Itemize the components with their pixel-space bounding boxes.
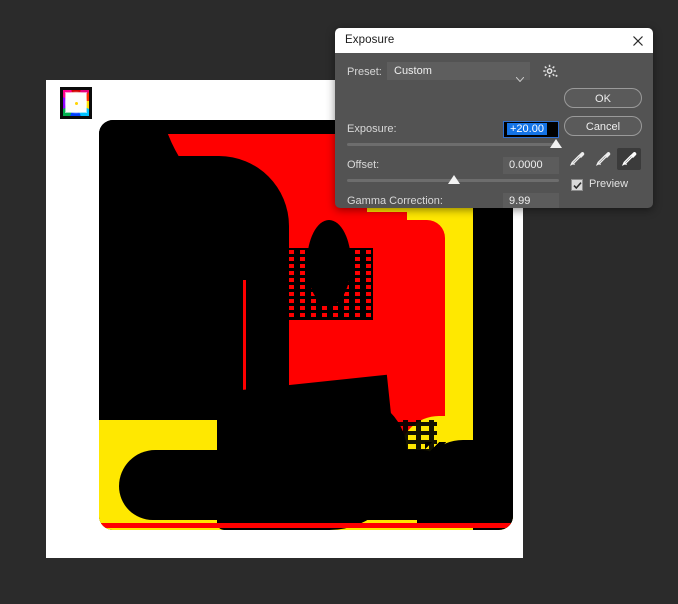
artwork-dither-lower [247, 420, 437, 516]
offset-label: Offset: [347, 159, 380, 171]
gamma-correction-value: 9.99 [509, 195, 531, 207]
gear-icon[interactable] [543, 62, 563, 80]
artwork-thin-red-line [243, 280, 246, 396]
cancel-button[interactable]: Cancel [564, 116, 642, 136]
eyedropper-gray-point-icon[interactable] [591, 148, 615, 170]
preset-value: Custom [394, 65, 432, 77]
gamma-correction-input[interactable]: 9.99 [503, 193, 559, 208]
color-thumbnail-icon [60, 87, 92, 119]
exposure-value: +20.00 [507, 123, 547, 135]
offset-input[interactable]: 0.0000 [503, 157, 559, 174]
eyedropper-white-point-icon[interactable] [617, 148, 641, 170]
ok-button[interactable]: OK [564, 88, 642, 108]
artwork-red-baseline [99, 523, 513, 528]
thumbnail-dot [75, 102, 78, 105]
preset-dropdown[interactable]: Custom [387, 62, 530, 83]
eyedropper-group [565, 148, 645, 170]
artwork-dither-upper [261, 248, 373, 320]
preview-label: Preview [589, 178, 629, 190]
exposure-label: Exposure: [347, 123, 397, 135]
preset-label: Preset: [347, 66, 382, 78]
dialog-titlebar[interactable]: Exposure [335, 28, 653, 53]
offset-value: 0.0000 [509, 159, 543, 171]
exposure-slider-thumb[interactable] [550, 139, 562, 148]
exposure-slider-track[interactable] [347, 143, 559, 146]
dialog-title: Exposure [345, 34, 395, 46]
gamma-correction-label: Gamma Correction: [347, 195, 443, 207]
offset-slider-thumb[interactable] [448, 175, 460, 184]
exposure-input[interactable]: +20.00 [503, 121, 559, 138]
close-icon[interactable] [629, 32, 647, 50]
exposure-dialog[interactable]: Exposure Preset: Custom OK Cancel Previe… [335, 28, 653, 208]
checkmark-icon[interactable] [571, 179, 583, 191]
dialog-body: Preset: Custom OK Cancel Preview Exposur… [335, 53, 653, 208]
eyedropper-black-point-icon[interactable] [565, 148, 589, 170]
chevron-down-icon [515, 69, 525, 87]
